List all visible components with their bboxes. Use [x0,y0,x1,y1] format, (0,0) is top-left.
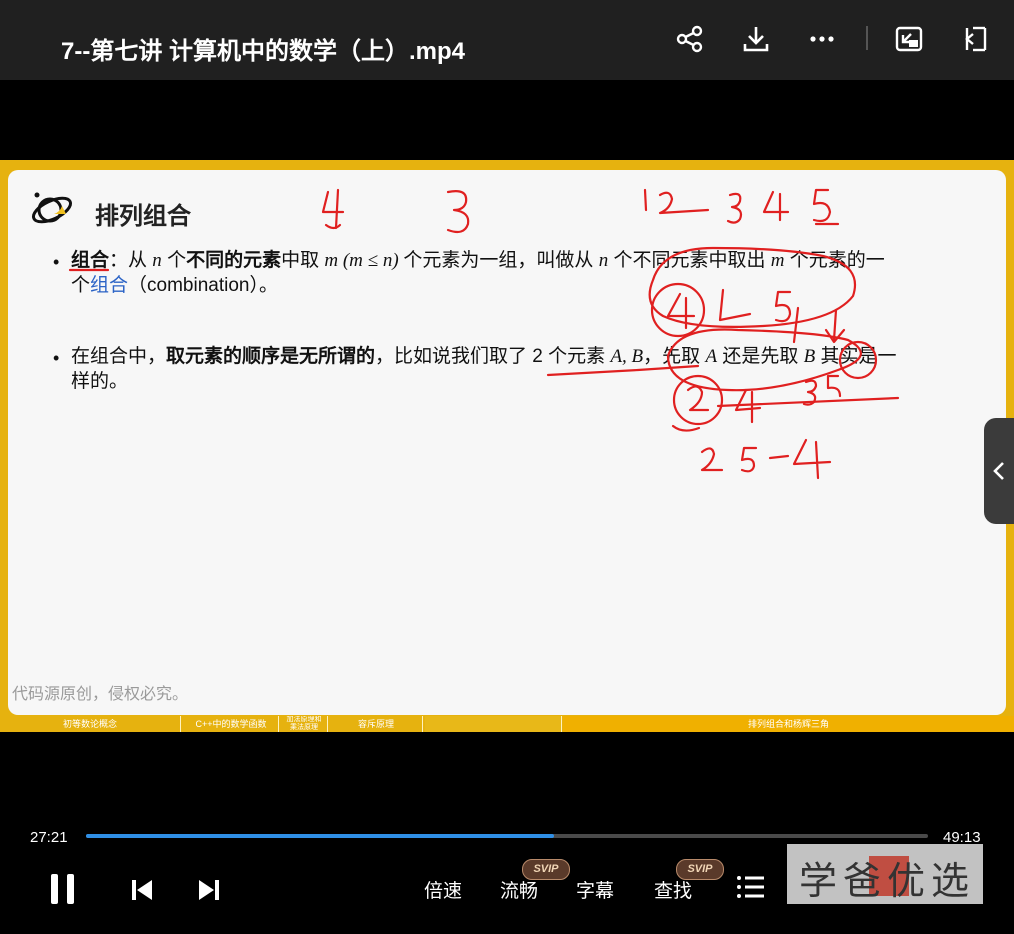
playlist-button[interactable] [736,874,766,905]
progress-fill [86,834,555,838]
quality-button[interactable]: 流畅 [500,876,538,903]
current-time: 27:21 [30,829,68,846]
combination-definition: 组合：从 n 个不同的元素中取 m (m ≤ n) 个元素为一组，叫做从 n 个… [71,250,885,296]
search-button[interactable]: 查找 [654,876,692,903]
chevron-left-icon [993,462,1004,480]
chapter-4[interactable]: 容斥原理 [330,716,423,732]
side-panel-toggle[interactable] [984,418,1014,524]
combination-link: 组合 [90,275,129,296]
next-button[interactable] [196,878,222,907]
chapter-2[interactable]: C++中的数学函数 [184,716,279,732]
subtitle-button[interactable]: 字幕 [576,876,614,903]
skip-next-icon [199,880,219,900]
pause-icon [51,874,74,904]
pip-icon[interactable] [890,20,928,58]
speed-button[interactable]: 倍速 [424,876,462,903]
bullet-dot: • [53,348,60,368]
more-icon[interactable] [803,20,841,58]
slide-title: 排列组合 [95,203,191,230]
chapter-1[interactable]: 初等数论概念 [0,716,181,732]
top-bar: 7--第七讲 计算机中的数学（上）.mp4 [0,0,1014,80]
slide: 排列组合 • 组合：从 n 个不同的元素中取 m (m ≤ n) 个元素为一组，… [8,170,1006,715]
exit-icon[interactable] [957,20,995,58]
download-icon[interactable] [737,20,775,58]
chapter-strip: 初等数论概念 C++中的数学函数 加法原理和 乘法原理 容斥原理 排列组合和杨辉… [0,716,1014,732]
list-icon [737,876,764,898]
share-icon[interactable] [671,20,709,58]
course-logo-icon [31,192,73,224]
order-irrelevance-note: 在组合中，取元素的顺序是无所谓的，比如说我们取了 2 个元素 A, B，先取 A… [71,346,897,392]
previous-button[interactable] [130,878,156,907]
chapter-5[interactable] [425,716,562,732]
video-title: 7--第七讲 计算机中的数学（上）.mp4 [61,38,466,65]
skip-previous-icon [132,880,152,900]
toolbar-divider [866,26,868,50]
pause-button[interactable] [48,872,78,911]
chapter-6[interactable]: 排列组合和杨辉三角 [563,716,1014,732]
progress-bar[interactable] [86,834,928,838]
video-frame[interactable]: 排列组合 • 组合：从 n 个不同的元素中取 m (m ≤ n) 个元素为一组，… [0,160,1014,732]
brand-text: 学爸优选 [799,859,976,903]
term-combination: 组合 [71,250,110,271]
chapter-3[interactable]: 加法原理和 乘法原理 [281,716,328,732]
copyright-watermark: 代码源原创，侵权必究。 [12,686,189,703]
brand-watermark: 学爸优选 [787,844,983,904]
bullet-dot: • [53,252,60,272]
